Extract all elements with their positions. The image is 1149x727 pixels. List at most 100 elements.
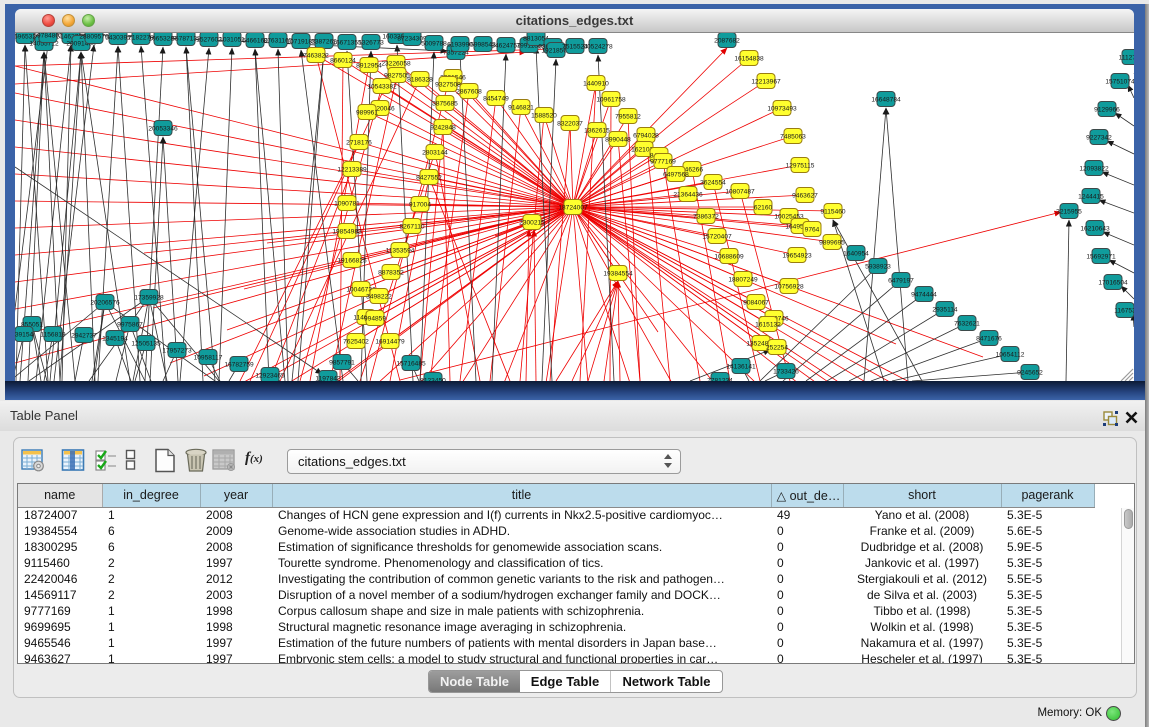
- svg-text:17359928: 17359928: [134, 294, 164, 301]
- svg-text:9327508: 9327508: [435, 81, 461, 88]
- svg-text:1244415: 1244415: [1078, 193, 1104, 200]
- svg-text:917004: 917004: [409, 201, 431, 208]
- svg-text:1112733: 1112733: [1119, 54, 1134, 61]
- svg-text:12505135: 12505135: [131, 340, 161, 347]
- svg-text:39154: 39154: [15, 331, 33, 338]
- svg-text:12923465: 12923465: [255, 372, 285, 379]
- svg-text:15720407: 15720407: [702, 233, 732, 240]
- svg-text:9242848: 9242848: [430, 124, 456, 131]
- svg-text:2935114: 2935114: [932, 306, 958, 313]
- svg-text:9129966: 9129966: [1094, 106, 1120, 113]
- svg-text:9764: 9764: [805, 226, 820, 233]
- svg-text:1615132: 1615132: [755, 321, 781, 328]
- svg-text:5009788: 5009788: [421, 40, 447, 47]
- svg-text:12213389: 12213389: [337, 166, 367, 173]
- svg-text:8990448: 8990448: [605, 136, 631, 143]
- svg-text:11353594: 11353594: [386, 247, 415, 254]
- svg-text:9474444: 9474444: [911, 291, 937, 298]
- svg-text:116753: 116753: [1114, 307, 1134, 314]
- svg-text:994859: 994859: [364, 315, 386, 322]
- svg-text:15716485: 15716485: [396, 360, 426, 367]
- svg-text:9899695: 9899695: [819, 239, 845, 246]
- svg-text:10654112: 10654112: [996, 351, 1025, 358]
- svg-text:9975867: 9975867: [117, 321, 143, 328]
- svg-text:1640954: 1640954: [843, 250, 869, 257]
- svg-text:9857791: 9857791: [329, 359, 355, 366]
- svg-text:2942737: 2942737: [71, 332, 97, 339]
- svg-text:2087682: 2087682: [714, 37, 740, 44]
- svg-text:10688609: 10688609: [714, 253, 744, 260]
- svg-text:1326773: 1326773: [358, 39, 384, 46]
- svg-text:252254: 252254: [766, 344, 788, 351]
- svg-text:00524278: 00524278: [583, 43, 613, 50]
- svg-text:19654923: 19654923: [782, 252, 812, 259]
- svg-text:1440910: 1440910: [583, 80, 609, 87]
- svg-text:10958117: 10958117: [194, 354, 223, 361]
- svg-text:16914479: 16914479: [375, 338, 405, 345]
- svg-text:9146821: 9146821: [508, 104, 534, 111]
- svg-text:3875685: 3875685: [432, 100, 458, 107]
- svg-text:8267110: 8267110: [399, 223, 425, 230]
- svg-text:16210643: 16210643: [1080, 225, 1110, 232]
- svg-text:1156819: 1156819: [40, 331, 66, 338]
- svg-text:8427552: 8427552: [416, 174, 442, 181]
- svg-text:15751074: 15751074: [1105, 78, 1134, 85]
- svg-text:10973493: 10973493: [767, 105, 797, 112]
- svg-text:6497568: 6497568: [663, 171, 689, 178]
- svg-text:10807487: 10807487: [725, 188, 755, 195]
- svg-text:19166825: 19166825: [337, 257, 367, 264]
- svg-text:2803144: 2803144: [422, 149, 448, 156]
- svg-text:9777169: 9777169: [650, 158, 676, 165]
- svg-text:7955812: 7955812: [615, 113, 641, 120]
- svg-text:2867608: 2867608: [456, 88, 482, 95]
- svg-text:8322037: 8322037: [557, 120, 583, 127]
- svg-text:1733426: 1733426: [773, 368, 799, 375]
- svg-text:8471676: 8471676: [976, 335, 1002, 342]
- svg-text:17957273: 17957273: [162, 347, 192, 354]
- svg-text:12975115: 12975115: [786, 162, 815, 169]
- svg-text:16782759: 16782759: [224, 361, 254, 368]
- svg-text:17016504: 17016504: [1098, 279, 1128, 286]
- svg-text:989961: 989961: [356, 109, 378, 116]
- svg-text:62160: 62160: [754, 204, 773, 211]
- svg-text:10961758: 10961758: [596, 96, 626, 103]
- svg-text:1588520: 1588520: [531, 112, 557, 119]
- svg-text:3498222: 3498222: [366, 293, 392, 300]
- svg-text:18807249: 18807249: [728, 276, 758, 283]
- svg-text:1197842: 1197842: [315, 375, 341, 381]
- svg-text:20206576: 20206576: [90, 299, 120, 306]
- svg-text:7386372: 7386372: [693, 213, 719, 220]
- svg-text:2718176: 2718176: [346, 139, 372, 146]
- svg-text:14136141: 14136141: [726, 363, 756, 370]
- svg-text:8123450: 8123450: [420, 377, 446, 381]
- svg-text:7625402: 7625402: [343, 338, 369, 345]
- svg-text:8454749: 8454749: [483, 95, 509, 102]
- svg-text:23226058: 23226058: [381, 60, 411, 67]
- svg-text:9084067: 9084067: [743, 299, 769, 306]
- svg-text:8878352: 8878352: [378, 269, 404, 276]
- svg-text:18724007: 18724007: [558, 204, 588, 211]
- svg-text:2300215: 2300215: [519, 219, 545, 226]
- svg-text:12093822: 12093822: [1079, 165, 1109, 172]
- svg-text:1090781: 1090781: [334, 200, 360, 207]
- svg-text:21364436: 21364436: [673, 191, 703, 198]
- svg-text:8186328: 8186328: [407, 76, 433, 83]
- svg-text:19384554: 19384554: [603, 270, 633, 277]
- svg-text:7781234: 7781234: [707, 377, 733, 381]
- svg-text:9245652: 9245652: [1017, 369, 1043, 376]
- svg-text:16648784: 16648784: [871, 96, 901, 103]
- svg-text:7485063: 7485063: [780, 133, 806, 140]
- svg-text:10543382: 10543382: [367, 83, 397, 90]
- svg-text:5938923: 5938923: [865, 263, 891, 270]
- svg-text:16154838: 16154838: [734, 55, 764, 62]
- svg-text:7632621: 7632621: [954, 320, 980, 327]
- svg-text:8660124: 8660124: [330, 57, 356, 64]
- svg-text:9463627: 9463627: [792, 192, 818, 199]
- svg-text:12213967: 12213967: [751, 78, 781, 85]
- svg-text:1362615: 1362615: [584, 127, 610, 134]
- svg-text:3624554: 3624554: [700, 179, 726, 186]
- svg-text:19854983: 19854983: [332, 228, 362, 235]
- svg-text:7463822: 7463822: [303, 52, 329, 59]
- svg-text:15692971: 15692971: [1086, 253, 1116, 260]
- svg-text:6479197: 6479197: [888, 277, 914, 284]
